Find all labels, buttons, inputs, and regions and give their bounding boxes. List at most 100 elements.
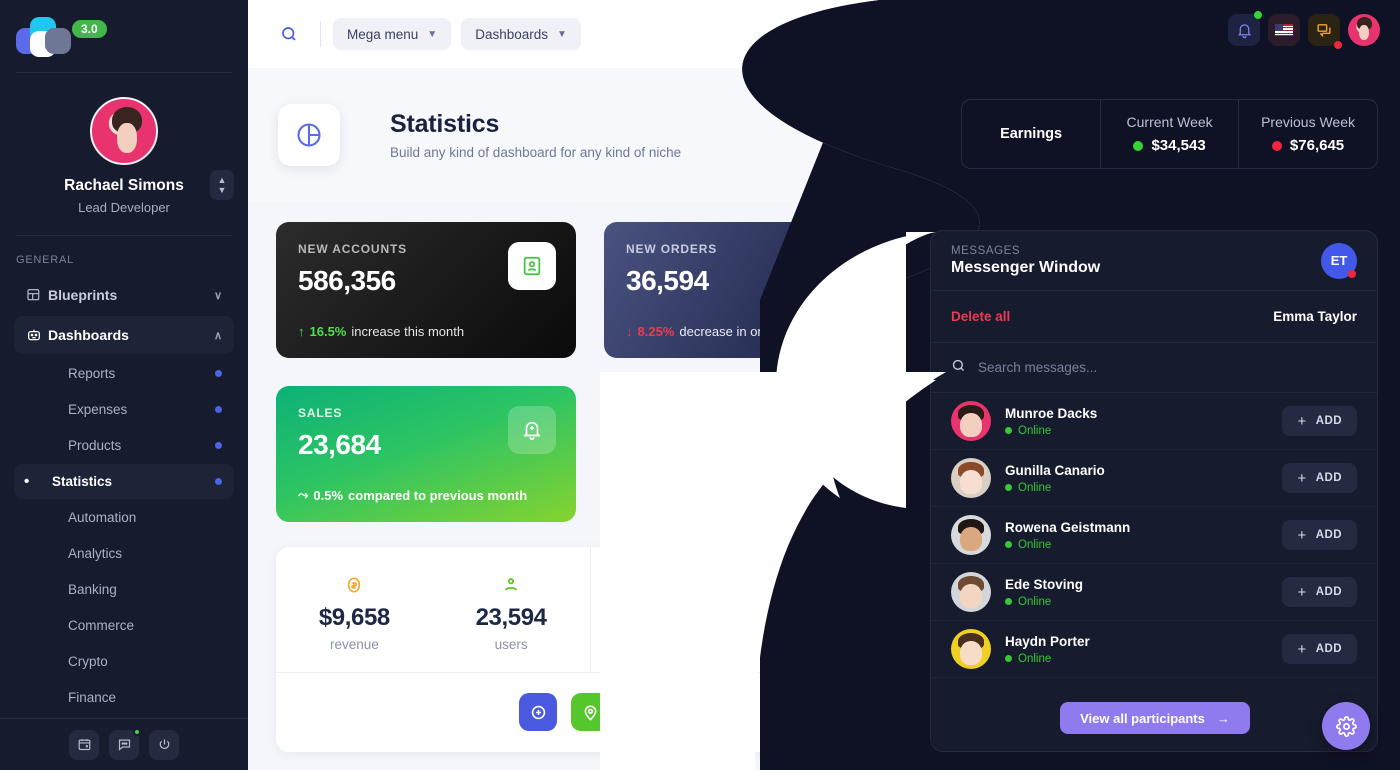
metric-revenue: $9,658 revenue [276,547,433,672]
page-subtitle: Build any kind of dashboard for any kind… [390,145,682,160]
stat-card-footnote: ↑ 16.5% increase this month [298,324,464,339]
sidebar-item-dashboards[interactable]: Dashboards ∧ [14,316,234,354]
messenger-user-avatar[interactable]: ET [1321,242,1357,279]
earnings-previous-week-value: $76,645 [1271,137,1344,154]
contact-status: Online [1005,653,1282,665]
chat-button[interactable] [109,727,141,760]
add-circle-button[interactable] [519,693,557,731]
plus-icon: + [1297,469,1307,487]
bullet-icon: • [24,401,40,418]
sidebar-item-automation[interactable]: • Automation [14,500,234,535]
earnings-previous-week[interactable]: Previous Week $76,645 [1238,100,1377,168]
app-root: Mega menu ▼ Dashboards ▼ Statistics Buil… [0,0,1400,770]
calendar-button[interactable] [69,729,99,760]
view-all-participants-button[interactable]: View all participants → [1060,702,1250,734]
notifications-button[interactable] [1228,11,1262,46]
stat-card-sales-green[interactable]: SALES 23,684 ⤳ 0.5% compared to previous… [276,386,576,522]
ticket-icon [816,574,836,596]
robot-icon [26,327,48,343]
sidebar-item-reports[interactable]: • Reports [14,356,234,391]
messenger-actions-bar: Delete all Emma Taylor [931,291,1377,343]
list-item[interactable]: Munroe Dacks Online + ADD [931,393,1377,450]
sidebar-item-crypto[interactable]: • Crypto [14,644,234,679]
sidebar-item-label: Blueprints [48,287,118,303]
stat-card-new-accounts[interactable]: NEW ACCOUNTS 586,356 ↑ 16.5% increase th… [276,222,576,358]
bullet-icon: • [24,437,40,454]
trend-down-arrow-icon: ↓ [626,324,633,339]
stat-card-new-orders[interactable]: NEW ORDERS 36,594 ↓ 8.25% decrease in or… [604,222,904,358]
messenger-contact-list[interactable]: Munroe Dacks Online + ADD Gunilla Canari… [931,393,1377,686]
sidebar-profile: Rachael Simons Lead Developer ▲ ▼ [0,73,248,235]
menu-mega-menu-label: Mega menu [347,26,419,42]
chevron-down-icon: ▼ [557,28,567,40]
sidebar-item-expenses[interactable]: • Expenses [14,392,234,427]
trend-flat-arrow-icon: ⤳ [626,487,637,502]
add-contact-button[interactable]: + ADD [1282,463,1357,493]
metrics-row: $9,658 revenue 23,594 users 1,064 orders [276,547,904,673]
status-dot-red [1348,269,1356,278]
list-item[interactable]: Ede Stoving Online + ADD [931,564,1377,621]
sidebar-item-analytics[interactable]: • Analytics [14,536,234,571]
sidebar-item-finance[interactable]: • Finance [14,680,234,715]
metric-label: orders [806,636,845,652]
messenger-search[interactable] [931,343,1377,393]
stat-card-note: compared to previous month [348,487,528,503]
sidebar-item-banking[interactable]: • Banking [14,572,234,607]
add-label: ADD [1315,643,1342,655]
sidebar-section-label: GENERAL [16,254,74,266]
menu-mega-menu[interactable]: Mega menu ▼ [333,18,452,50]
sidebar-item-label: Commerce [68,618,135,633]
add-label: ADD [1315,415,1342,427]
add-label: ADD [1315,529,1342,541]
add-contact-button[interactable]: + ADD [1282,520,1357,550]
add-contact-button[interactable]: + ADD [1282,634,1357,664]
add-contact-button[interactable]: + ADD [1282,406,1357,436]
sidebar-item-label: Analytics [68,546,123,561]
list-item[interactable]: Gunilla Canario Online + ADD [931,450,1377,507]
list-item[interactable]: Haydn Porter Online + ADD [931,621,1377,678]
pie-chart-icon [278,104,340,166]
metrics-card: $9,658 revenue 23,594 users 1,064 orders [276,547,904,752]
messages-button[interactable] [1308,14,1342,49]
earnings-current-week[interactable]: Current Week $34,543 [1100,100,1238,168]
search-messages-input[interactable] [978,360,1357,375]
stat-card-percent: 16.5% [309,324,347,339]
power-button[interactable] [149,729,179,760]
stat-card-sales-blue[interactable]: SALES 23,684 ⤳ 0.5% compared to previous… [604,386,904,522]
arrow-right-icon: → [1216,710,1230,726]
sidebar-item-commerce[interactable]: • Commerce [14,608,234,643]
sidebar-item-statistics[interactable]: • Statistics [14,464,234,499]
search-icon[interactable] [270,25,308,43]
delete-all-button[interactable]: Delete all [951,309,1010,324]
logo-icon [16,15,74,57]
sidebar-item-products[interactable]: • Products [14,428,234,463]
settings-fab-button[interactable] [1322,702,1370,750]
trend-up-arrow-icon: ↑ [298,324,305,339]
language-button[interactable] [1268,14,1300,46]
earnings-current-week-value: $34,543 [1133,137,1206,154]
list-item[interactable]: Rowena Geistmann Online + ADD [931,507,1377,564]
contact-status: Online [1005,425,1282,437]
metric-value: 23,594 [475,603,547,631]
messenger-current-user: Emma Taylor [1273,309,1357,324]
user-avatar[interactable] [1348,14,1380,46]
bullet-icon: • [24,617,40,634]
status-dot-red [1271,140,1282,151]
contact-name: Munroe Dacks [1005,405,1098,421]
metric-orders-ticket: 9,678M orders [747,547,904,672]
store-add-button[interactable] [623,693,661,731]
status-dot-blue [215,478,222,485]
avatar[interactable] [90,97,158,165]
menu-dashboards[interactable]: Dashboards ▼ [461,18,581,50]
map-pin-button[interactable] [571,693,609,731]
metrics-actions [276,673,904,751]
stat-card-footnote: ⤳ 0.5% compared to previous month [298,487,527,503]
add-contact-button[interactable]: + ADD [1282,577,1357,607]
sidebar-footer [0,718,248,770]
page-title: Statistics [390,110,500,138]
contact-name: Haydn Porter [1005,633,1090,649]
profile-switch-button[interactable]: ▲ ▼ [210,170,234,200]
app-logo[interactable]: 3.0 [0,0,248,72]
sidebar-item-blueprints[interactable]: Blueprints ∨ [14,276,234,314]
bullet-icon: • [24,365,40,382]
